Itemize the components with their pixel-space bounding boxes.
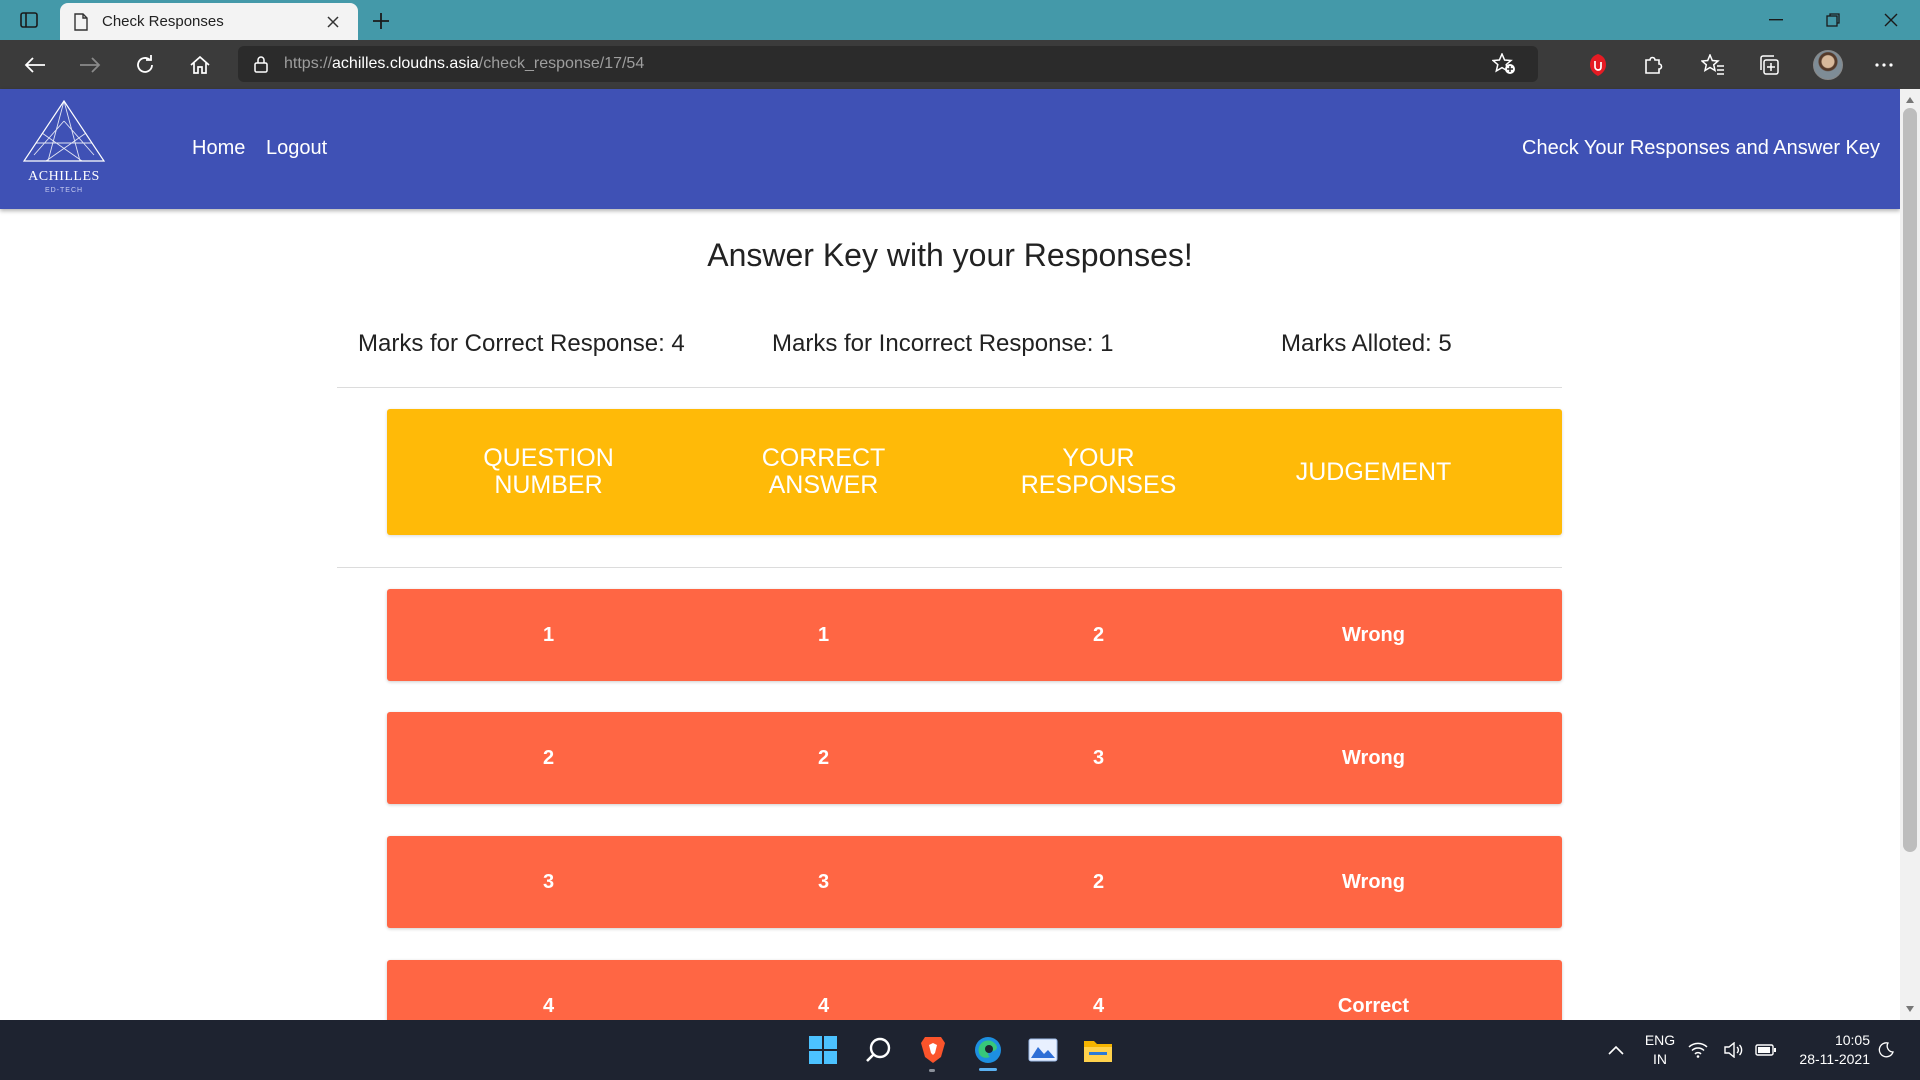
scrollbar-thumb[interactable] <box>1903 108 1917 852</box>
add-favorite-icon[interactable] <box>1492 53 1516 75</box>
file-explorer-icon[interactable] <box>1078 1030 1118 1070</box>
chevron-up-icon[interactable] <box>1596 1030 1636 1070</box>
scroll-up-icon[interactable] <box>1904 94 1916 106</box>
logo-subtitle: ED-TECH <box>44 187 84 194</box>
divider <box>337 387 1562 388</box>
close-window-icon[interactable] <box>1868 6 1914 34</box>
refresh-icon[interactable] <box>130 50 160 80</box>
clock[interactable]: 10:05 28-11-2021 <box>1790 1031 1870 1069</box>
scroll-down-icon[interactable] <box>1904 1003 1916 1015</box>
url-text: https://achilles.cloudns.asia/check_resp… <box>284 55 645 72</box>
nav-logout-link[interactable]: Logout <box>266 137 327 160</box>
browser-toolbar: https://achilles.cloudns.asia/check_resp… <box>0 40 1920 115</box>
site-header: ACHILLES ED-TECH Home Logout Check Your … <box>0 89 1900 209</box>
photos-icon[interactable] <box>1023 1030 1063 1070</box>
table-row: 3 3 2 Wrong <box>387 836 1562 928</box>
response-cell: 2 <box>1092 870 1105 893</box>
brave-browser-icon[interactable] <box>913 1030 953 1070</box>
table-row: 2 2 3 Wrong <box>387 712 1562 804</box>
notification-moon-icon[interactable] <box>1872 1030 1900 1070</box>
judgement-cell: Wrong <box>1342 623 1405 646</box>
marks-alloted-label: Marks Alloted: 5 <box>1281 330 1452 357</box>
forward-arrow-icon[interactable] <box>75 50 105 80</box>
table-header: QUESTION NUMBER CORRECT ANSWER YOUR RESP… <box>387 409 1562 535</box>
judgement-cell: Wrong <box>1342 870 1405 893</box>
running-app-indicator <box>929 1069 935 1072</box>
page-icon <box>74 12 88 31</box>
home-icon[interactable] <box>185 50 215 80</box>
volume-icon[interactable] <box>1720 1030 1748 1070</box>
windows-start-icon[interactable] <box>803 1030 843 1070</box>
language-indicator[interactable]: ENG IN <box>1640 1031 1680 1069</box>
browser-tab-strip: Check Responses <box>0 0 1920 40</box>
address-bar[interactable]: https://achilles.cloudns.asia/check_resp… <box>238 46 1538 82</box>
judgement-cell: Wrong <box>1342 746 1405 769</box>
page-title: Answer Key with your Responses! <box>707 237 1193 273</box>
nav-home-link[interactable]: Home <box>192 137 245 160</box>
wifi-icon[interactable] <box>1684 1030 1712 1070</box>
header-judgement: JUDGEMENT <box>1295 457 1452 486</box>
edge-browser-icon[interactable] <box>968 1030 1008 1070</box>
marks-correct-label: Marks for Correct Response: 4 <box>358 330 685 357</box>
favorites-icon[interactable] <box>1700 52 1726 78</box>
new-tab-icon[interactable] <box>368 8 394 34</box>
header-question-number: QUESTION NUMBER <box>483 444 614 499</box>
minimize-icon[interactable] <box>1753 6 1799 34</box>
header-your-responses: YOUR RESPONSES <box>1020 444 1177 499</box>
profile-avatar[interactable] <box>1813 50 1843 80</box>
correct-answer-cell: 3 <box>817 870 830 893</box>
response-cell: 3 <box>1092 746 1105 769</box>
correct-answer-cell: 2 <box>817 746 830 769</box>
tab-title: Check Responses <box>102 13 224 30</box>
correct-answer-cell: 1 <box>817 623 830 646</box>
divider <box>337 567 1562 568</box>
browser-tab-active[interactable]: Check Responses <box>60 3 358 40</box>
header-correct-answer: CORRECT ANSWER <box>761 444 886 499</box>
table-row: 1 1 2 Wrong <box>387 589 1562 681</box>
active-app-indicator <box>979 1068 997 1071</box>
header-page-label: Check Your Responses and Answer Key <box>1522 137 1880 159</box>
collections-icon[interactable] <box>1756 52 1782 78</box>
question-number-cell: 2 <box>542 746 555 769</box>
extensions-puzzle-icon[interactable] <box>1640 52 1666 78</box>
extension-shield-icon[interactable] <box>1585 52 1611 78</box>
restore-icon[interactable] <box>1810 6 1856 34</box>
logo-name: ACHILLES <box>28 169 100 184</box>
close-tab-icon[interactable] <box>322 11 344 33</box>
search-icon[interactable] <box>858 1030 898 1070</box>
battery-icon[interactable] <box>1752 1030 1780 1070</box>
marks-incorrect-label: Marks for Incorrect Response: 1 <box>772 330 1114 357</box>
more-options-icon[interactable] <box>1871 52 1897 78</box>
back-arrow-icon[interactable] <box>20 50 50 80</box>
question-number-cell: 3 <box>542 870 555 893</box>
achilles-logo[interactable]: ACHILLES ED-TECH <box>22 99 106 197</box>
logo-triangle-icon <box>22 99 106 162</box>
response-cell: 2 <box>1092 623 1105 646</box>
question-number-cell: 1 <box>542 623 555 646</box>
lock-icon <box>254 56 268 73</box>
tab-actions-icon[interactable] <box>18 10 40 30</box>
